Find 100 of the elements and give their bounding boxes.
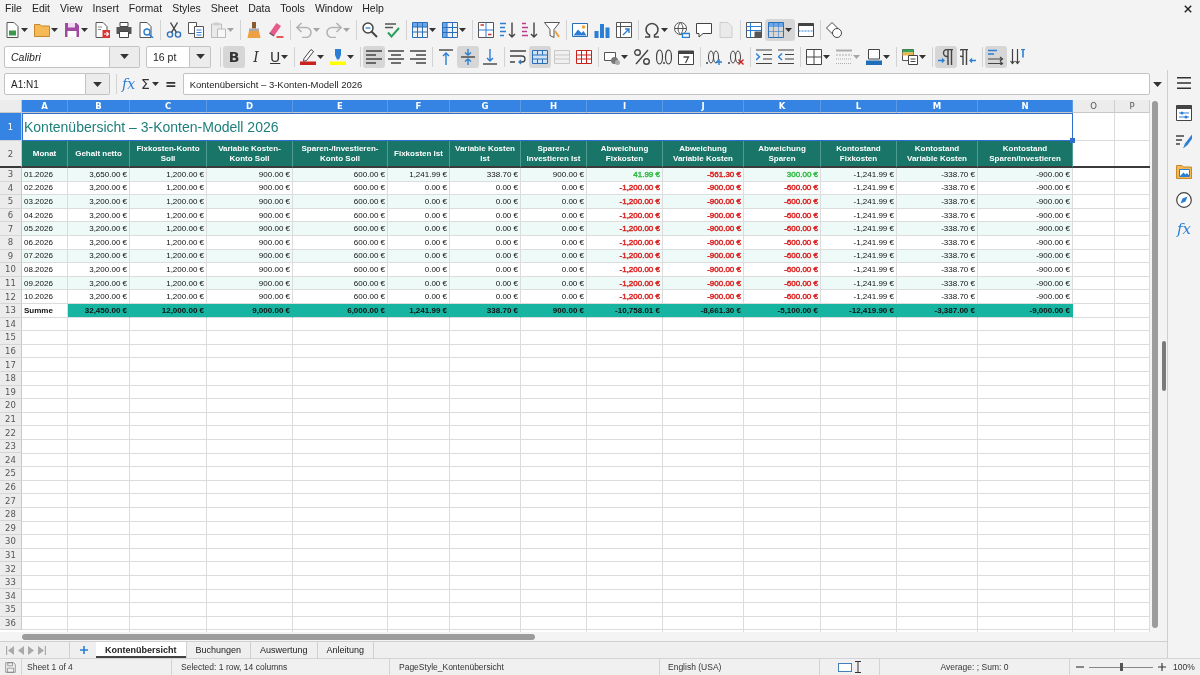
zoom-level[interactable]: 100% bbox=[1173, 662, 1195, 672]
table-cell: 1,200.00 € bbox=[130, 222, 207, 236]
selected-cell-range[interactable]: Kontenübersicht – 3-Konten-Modell 2026 bbox=[22, 113, 1073, 141]
row-header[interactable]: 12 bbox=[0, 290, 22, 304]
column-header[interactable]: E bbox=[293, 100, 388, 113]
floppy-disk-icon[interactable] bbox=[5, 661, 16, 673]
row-header[interactable]: 10 bbox=[0, 263, 22, 277]
scrollbar-thumb[interactable] bbox=[1152, 101, 1158, 628]
menu-item[interactable]: Insert bbox=[87, 0, 124, 17]
bold-button[interactable]: B bbox=[223, 45, 245, 68]
menu-icon[interactable] bbox=[1177, 76, 1191, 90]
zoom-out-icon[interactable] bbox=[1076, 663, 1084, 671]
row-header[interactable]: 17 bbox=[0, 358, 22, 372]
text-left-to-right-button[interactable] bbox=[985, 45, 1008, 68]
menu-item[interactable]: Help bbox=[357, 0, 389, 17]
navigator-icon[interactable] bbox=[1176, 192, 1192, 208]
functions-button[interactable]: fx bbox=[1177, 221, 1191, 237]
autofilter-button[interactable] bbox=[541, 19, 563, 41]
column-header[interactable]: N bbox=[978, 100, 1073, 113]
name-box-dropdown[interactable] bbox=[86, 73, 110, 95]
menu-item[interactable]: File bbox=[0, 0, 27, 17]
row-header[interactable]: 34 bbox=[0, 589, 22, 603]
language[interactable]: English (USA) bbox=[668, 662, 722, 672]
fill-handle-icon[interactable] bbox=[1070, 138, 1075, 143]
plus-icon[interactable] bbox=[80, 646, 88, 654]
freeze-rows-button[interactable] bbox=[765, 19, 795, 41]
row-header[interactable]: 24 bbox=[0, 453, 22, 468]
function-wizard-button[interactable]: fx bbox=[119, 74, 139, 94]
row-header[interactable]: 7 bbox=[0, 222, 22, 236]
sort-button[interactable] bbox=[475, 19, 497, 41]
table-cell: 3,200.00 € bbox=[68, 263, 130, 277]
row-header[interactable]: 15 bbox=[0, 331, 22, 345]
font-name-dropdown[interactable] bbox=[110, 45, 140, 68]
menu-item[interactable]: Edit bbox=[26, 0, 55, 17]
column-header[interactable]: L bbox=[821, 100, 897, 113]
gallery-icon[interactable] bbox=[1176, 163, 1192, 179]
center-vertically-button[interactable] bbox=[457, 45, 480, 68]
align-left-button[interactable] bbox=[363, 45, 386, 68]
row-header[interactable]: 2 bbox=[0, 141, 22, 168]
formula-input[interactable]: Kontenübersicht – 3-Konten-Modell 2026 bbox=[182, 73, 1150, 95]
row-header[interactable]: 22 bbox=[0, 426, 22, 440]
print-area-button[interactable] bbox=[743, 19, 765, 41]
sidebar-grip[interactable] bbox=[1161, 341, 1166, 391]
column-header[interactable]: H bbox=[521, 100, 587, 113]
font-size-dropdown[interactable] bbox=[190, 45, 211, 68]
column-header[interactable]: G bbox=[450, 100, 521, 113]
font-name-field[interactable]: Calibri bbox=[4, 45, 110, 68]
column-header[interactable]: O bbox=[1073, 100, 1115, 113]
scrollbar-thumb[interactable] bbox=[22, 633, 535, 640]
formula-button[interactable]: = bbox=[161, 74, 180, 94]
column-header[interactable]: F bbox=[388, 100, 450, 113]
menu-item[interactable]: Sheet bbox=[205, 0, 244, 17]
row-header[interactable]: 30 bbox=[0, 535, 22, 549]
font-size-field[interactable]: 16 pt bbox=[146, 45, 190, 68]
insert-column-button[interactable] bbox=[439, 19, 469, 41]
sum-button[interactable]: Σ bbox=[138, 74, 162, 94]
shapes-button[interactable] bbox=[823, 19, 845, 41]
column-header[interactable]: I bbox=[587, 100, 663, 113]
column-header[interactable]: M bbox=[897, 100, 978, 113]
selection-mode-icon[interactable] bbox=[838, 662, 852, 672]
text-cursor-icon[interactable] bbox=[855, 661, 861, 673]
underline-button[interactable]: U bbox=[267, 45, 292, 68]
menu-item[interactable]: Window bbox=[309, 0, 358, 17]
column-header[interactable]: K bbox=[744, 100, 821, 113]
left-to-right-button[interactable] bbox=[935, 45, 958, 68]
calendar-icon bbox=[678, 48, 695, 65]
sheet-tab[interactable]: Kontenübersicht bbox=[96, 642, 187, 658]
menu-item[interactable]: Format bbox=[123, 0, 168, 17]
row-header[interactable]: 5 bbox=[0, 195, 22, 209]
column-header[interactable]: D bbox=[207, 100, 293, 113]
row-header[interactable]: 1 bbox=[0, 113, 22, 141]
column-header[interactable]: J bbox=[663, 100, 744, 113]
hyperlink-button[interactable] bbox=[671, 19, 693, 41]
menu-item[interactable]: Styles bbox=[167, 0, 206, 17]
row-header[interactable]: 35 bbox=[0, 603, 22, 617]
properties-icon[interactable] bbox=[1176, 105, 1192, 121]
pivot-table-button[interactable] bbox=[613, 19, 635, 41]
column-header[interactable]: P bbox=[1115, 100, 1150, 113]
name-box[interactable]: A1:N1 bbox=[4, 73, 86, 95]
close-icon[interactable] bbox=[1184, 4, 1192, 13]
column-header[interactable]: A bbox=[22, 100, 68, 113]
row-header[interactable]: 29 bbox=[0, 521, 22, 536]
copy-button[interactable] bbox=[185, 19, 207, 41]
menu-item[interactable]: Tools bbox=[275, 0, 310, 17]
row-header[interactable]: 27 bbox=[0, 494, 22, 508]
merge-and-center-button[interactable] bbox=[529, 45, 552, 68]
page-style[interactable]: PageStyle_Kontenübersicht bbox=[399, 662, 504, 672]
row-header[interactable]: 20 bbox=[0, 399, 22, 413]
menu-item[interactable]: Data bbox=[243, 0, 276, 17]
zoom-in-icon[interactable] bbox=[1158, 663, 1166, 671]
row-header[interactable]: 32 bbox=[0, 562, 22, 576]
zoom-slider-thumb[interactable] bbox=[1119, 663, 1123, 671]
insert-row-button[interactable] bbox=[409, 19, 439, 41]
italic-button[interactable]: I bbox=[245, 45, 267, 68]
column-header[interactable]: B bbox=[68, 100, 130, 113]
row-header[interactable]: 3 bbox=[0, 168, 22, 182]
styles-icon[interactable] bbox=[1176, 134, 1192, 150]
row-header[interactable]: 25 bbox=[0, 467, 22, 481]
menu-item[interactable]: View bbox=[55, 0, 88, 17]
column-header[interactable]: C bbox=[130, 100, 207, 113]
